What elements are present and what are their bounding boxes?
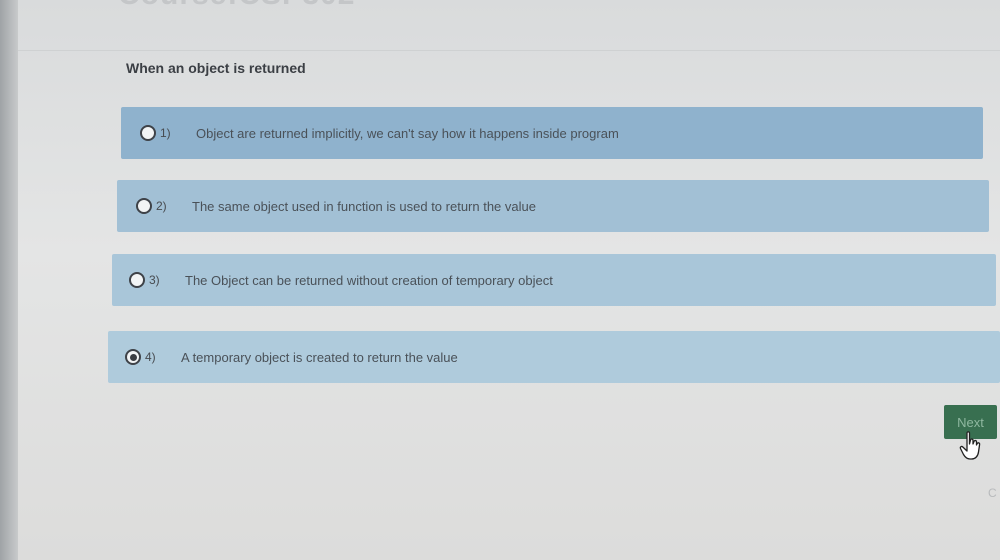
radio-button-1[interactable] [140, 125, 156, 141]
radio-button-4[interactable] [125, 349, 141, 365]
screen-edge [0, 0, 18, 560]
divider [18, 50, 1000, 51]
option-3[interactable]: 3) The Object can be returned without cr… [112, 254, 996, 306]
question-text: When an object is returned [126, 60, 306, 76]
option-2[interactable]: 2) The same object used in function is u… [117, 180, 989, 232]
option-text-2: The same object used in function is used… [192, 198, 536, 214]
option-1[interactable]: 1) Object are returned implicitly, we ca… [121, 107, 983, 159]
radio-button-2[interactable] [136, 198, 152, 214]
course-title: Course:CSI-302 [118, 0, 355, 12]
option-number-3: 3) [149, 273, 160, 287]
radio-button-3[interactable] [129, 272, 145, 288]
option-number-2: 2) [156, 199, 167, 213]
radio-selected-dot [129, 353, 137, 361]
hand-cursor-icon [959, 431, 981, 460]
option-number-1: 1) [160, 126, 171, 140]
option-number-4: 4) [145, 350, 156, 364]
option-4[interactable]: 4) A temporary object is created to retu… [108, 331, 1000, 383]
option-text-1: Object are returned implicitly, we can't… [196, 125, 619, 141]
option-text-4: A temporary object is created to return … [181, 349, 458, 365]
partial-glyph: C [988, 486, 997, 500]
option-text-3: The Object can be returned without creat… [185, 272, 553, 288]
